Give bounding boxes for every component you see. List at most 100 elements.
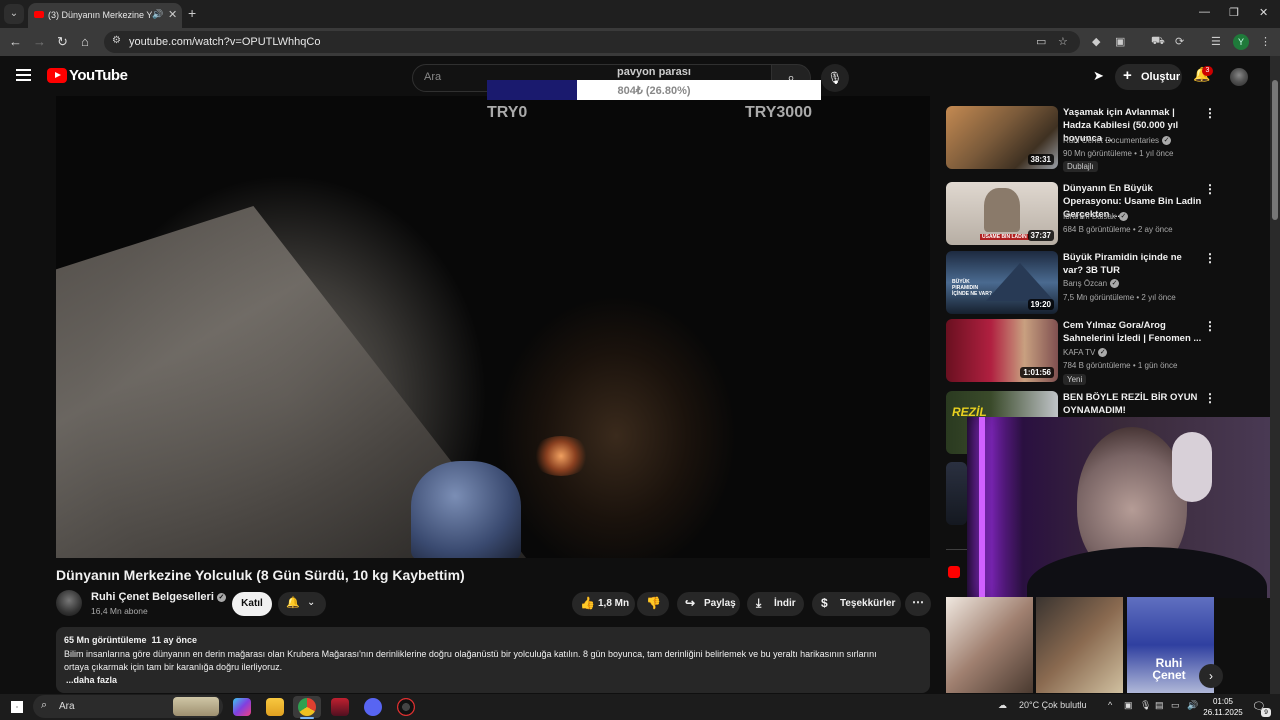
related-channel[interactable]: Ruhi Cenet Documentaries ✓ [1063, 136, 1172, 146]
related-title[interactable]: BEN BÖYLE REZİL BİR OYUN OYNAMADIM! [1063, 391, 1203, 417]
more-vertical-icon[interactable]: ⋮ [1204, 251, 1216, 265]
more-vertical-icon[interactable]: ⋮ [1204, 391, 1216, 405]
upload-date: 11 ay önce [151, 635, 198, 645]
file-explorer-icon[interactable] [266, 698, 284, 716]
related-channel[interactable]: KAFA TV ✓ [1063, 348, 1108, 358]
home-icon[interactable]: ⌂ [81, 34, 89, 49]
video-player[interactable] [56, 96, 930, 558]
chrome-icon[interactable] [298, 698, 316, 716]
pyramid-shape [986, 263, 1054, 301]
youtube-logo-icon[interactable] [47, 68, 67, 83]
volume-icon[interactable]: 🔊 [1187, 700, 1198, 711]
copilot-icon[interactable] [233, 698, 251, 716]
weather-text[interactable]: 20°C Çok bulutlu [1019, 700, 1087, 710]
streamer-body [1027, 547, 1267, 598]
obs-icon[interactable] [397, 698, 415, 716]
reload-icon[interactable]: ↻ [57, 34, 68, 50]
more-actions-button[interactable]: ⋯ [905, 592, 931, 616]
more-vertical-icon[interactable]: ⋮ [1204, 319, 1216, 333]
site-info-icon[interactable]: ⚙ [112, 35, 121, 46]
related-video-item[interactable]: 1:01:56 Cem Yılmaz Gora/Arog Sahnelerini… [946, 319, 1266, 387]
more-vertical-icon[interactable]: ⋮ [1204, 106, 1216, 120]
extension-icon-3[interactable]: ⟳ [1175, 35, 1184, 48]
subscription-bell-button[interactable]: 🔔 ⌄ [278, 592, 326, 616]
duration-badge: 19:20 [1027, 299, 1054, 310]
related-thumbnail[interactable]: 38:31 [946, 106, 1058, 169]
video-frame-glove [411, 461, 521, 558]
related-thumbnail[interactable]: USAME BIN LADIN 37:37 [946, 182, 1058, 245]
related-video-item[interactable]: USAME BIN LADIN 37:37 Dünyanın En Büyük … [946, 182, 1266, 246]
menu-icon[interactable] [16, 69, 31, 81]
related-channel-text[interactable]: Ruhi Cenet Documentaries [1063, 136, 1159, 145]
microphone-icon: 🎙 [827, 71, 843, 85]
more-vertical-icon[interactable]: ⋮ [1204, 182, 1216, 196]
search-icon: ⌕ [41, 699, 48, 711]
download-button[interactable]: ⤓ İndir [747, 592, 804, 616]
shorts-thumbnail[interactable] [946, 597, 1033, 693]
create-button[interactable]: + Oluştur [1115, 64, 1182, 90]
related-thumbnail[interactable]: 1:01:56 [946, 319, 1058, 382]
taskbar-search[interactable]: ⌕ Ara [33, 695, 223, 718]
tray-app-icon[interactable]: ▣ [1124, 700, 1133, 711]
close-window-icon[interactable]: ✕ [1259, 6, 1268, 19]
scrollbar-thumb[interactable] [1272, 80, 1278, 220]
account-avatar[interactable] [1230, 68, 1248, 86]
join-button[interactable]: Katıl [232, 592, 272, 616]
related-thumbnail[interactable] [946, 462, 967, 525]
related-thumbnail[interactable]: BÜYÜK PIRAMIDIN İÇİNDE NE VAR? 19:20 [946, 251, 1058, 314]
restore-icon[interactable]: ❐ [1229, 6, 1239, 19]
related-video-item[interactable]: 38:31 Yaşamak için Avlanmak | Hadza Kabi… [946, 106, 1266, 176]
extension-icon-1[interactable]: ◆ [1092, 35, 1100, 48]
related-channel-text[interactable]: İbrahim Balsak [1063, 212, 1116, 221]
network-icon[interactable]: ▭ [1171, 700, 1180, 711]
related-channel[interactable]: İbrahim Balsak ✓ [1063, 212, 1128, 222]
related-title[interactable]: Cem Yılmaz Gora/Arog Sahnelerini İzledi … [1063, 319, 1203, 345]
related-video-item[interactable]: BÜYÜK PIRAMIDIN İÇİNDE NE VAR? 19:20 Büy… [946, 251, 1266, 315]
related-channel[interactable]: Barış Özcan ✓ [1063, 279, 1120, 289]
tray-app-icon[interactable]: ▤ [1155, 700, 1164, 711]
microphone-icon[interactable]: 🎙 [1140, 700, 1151, 711]
next-arrow-button[interactable]: › [1199, 664, 1223, 688]
thanks-button[interactable]: $ Teşekkürler [812, 592, 901, 616]
youtube-logo-text[interactable]: YouTube [69, 67, 128, 84]
related-channel-text[interactable]: Barış Özcan [1063, 279, 1107, 288]
share-button[interactable]: ↪ Paylaş [677, 592, 740, 616]
related-title[interactable]: Büyük Piramidin içinde ne var? 3B TUR [1063, 251, 1203, 277]
browser-tab[interactable]: (3) Dünyanın Merkezine Yo 🔊 ✕ [28, 3, 182, 28]
dislike-button[interactable]: 👎 [637, 592, 669, 616]
channel-name-text[interactable]: Ruhi Çenet Belgeselleri [91, 591, 214, 603]
browser-menu-icon[interactable]: ⋮ [1260, 35, 1271, 48]
premium-icon[interactable]: ➤ [1093, 68, 1104, 84]
show-more-link[interactable]: ...daha fazla [66, 675, 117, 685]
tab-search-button[interactable]: ⌄ [4, 4, 24, 24]
thumbnail-portrait [984, 188, 1020, 232]
share-icon: ↪ [685, 596, 696, 610]
channel-name[interactable]: Ruhi Çenet Belgeselleri ✓ [91, 591, 226, 603]
related-channel-text[interactable]: KAFA TV [1063, 348, 1095, 357]
audio-icon[interactable]: 🔊 [152, 9, 163, 20]
extensions-puzzle-icon[interactable]: ▣ [1115, 35, 1125, 48]
omnibox[interactable]: ⚙ youtube.com/watch?v=OPUTLWhhqCo ▭ ☆ [104, 31, 1080, 53]
extension-icon-2[interactable]: ⛟ [1151, 35, 1165, 49]
taskbar-search-label: Ara [59, 701, 75, 712]
app-icon-red[interactable] [331, 698, 349, 716]
forward-icon[interactable]: → [33, 34, 46, 49]
tray-chevron-icon[interactable]: ^ [1108, 700, 1112, 710]
discord-icon[interactable] [364, 698, 382, 716]
bookmark-star-icon[interactable]: ☆ [1058, 35, 1068, 48]
weather-icon[interactable]: ☁ [998, 700, 1007, 711]
back-icon[interactable]: ← [9, 34, 22, 49]
new-tab-button[interactable]: + [188, 5, 196, 21]
windows-start-icon[interactable] [11, 701, 23, 713]
taskbar-clock[interactable]: 01:05 26.11.2025 [1203, 696, 1243, 718]
channel-avatar[interactable] [56, 590, 82, 616]
minimize-icon[interactable]: — [1199, 6, 1210, 18]
cast-icon[interactable]: ▭ [1036, 35, 1046, 48]
browser-profile-avatar[interactable]: Y [1233, 34, 1249, 50]
like-button[interactable]: 👍 1,8 Mn [572, 592, 635, 616]
close-tab-icon[interactable]: ✕ [168, 8, 177, 21]
voice-search-button[interactable]: 🎙 [821, 64, 849, 92]
reading-list-icon[interactable]: ☰ [1211, 35, 1221, 48]
shorts-thumbnail[interactable] [1036, 597, 1123, 693]
description-box[interactable]: 65 Mn görüntüleme 11 ay önce Bilim insan… [56, 627, 930, 693]
